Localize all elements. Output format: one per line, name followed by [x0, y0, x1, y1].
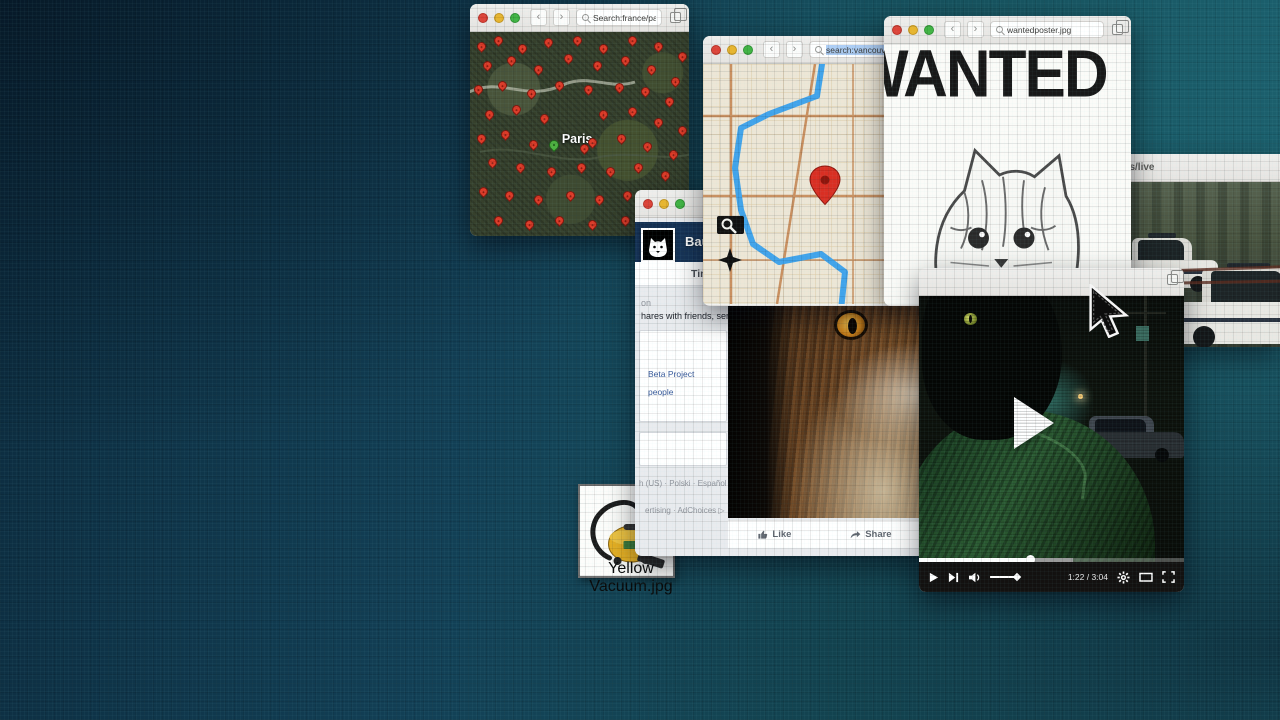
vancouver-map-window[interactable]: ‹ › search:vancouver [703, 36, 907, 306]
volume-button[interactable] [968, 572, 981, 583]
wanted-poster-window[interactable]: ‹ › wantedposter.jpg WANTED [884, 16, 1131, 306]
forward-button[interactable]: › [553, 9, 570, 26]
news-titlebar: news/live [1108, 154, 1280, 182]
cat-eye [834, 310, 868, 340]
close-button[interactable] [892, 25, 902, 35]
paris-search-input[interactable]: Search:france/paris [576, 9, 662, 26]
tabs-icon[interactable] [670, 12, 681, 23]
sidebar-card: Beta Project people [639, 330, 727, 422]
video-progress-handle[interactable] [1026, 555, 1035, 562]
volume-slider[interactable] [990, 576, 1016, 578]
zoom-button[interactable] [924, 25, 934, 35]
like-label: Like [772, 529, 791, 540]
back-button[interactable]: ‹ [530, 9, 547, 26]
forward-button[interactable]: › [786, 41, 803, 58]
next-button[interactable] [948, 572, 959, 583]
zoom-button[interactable] [510, 13, 520, 23]
link-people[interactable]: people [648, 387, 674, 397]
cat-photo-post[interactable] [728, 294, 921, 518]
wanted-poster-image: WANTED [884, 44, 1131, 304]
video-controls: 1:22 / 3:04 [919, 562, 1184, 592]
search-icon [996, 26, 1003, 33]
zoom-button[interactable] [743, 45, 753, 55]
window-controls [711, 45, 753, 55]
minimize-button[interactable] [727, 45, 737, 55]
wanted-titlebar: ‹ › wantedposter.jpg [884, 16, 1131, 44]
paris-titlebar: ‹ › Search:france/paris [470, 4, 689, 32]
fullscreen-button[interactable] [1162, 571, 1175, 583]
close-button[interactable] [643, 199, 653, 209]
cursor-icon [1086, 284, 1132, 338]
search-text: wantedposter.jpg [1007, 25, 1071, 35]
share-button[interactable]: Share [850, 529, 891, 540]
link-beta-project[interactable]: Beta Project [648, 369, 694, 379]
post-actions: Like Share [728, 520, 921, 548]
settings-button[interactable] [1117, 571, 1130, 584]
minimize-button[interactable] [908, 25, 918, 35]
tabs-icon[interactable] [1167, 274, 1178, 285]
window-controls [892, 25, 934, 35]
share-label: Share [865, 529, 891, 540]
footer-links[interactable]: ertising · AdChoices ▷ [645, 506, 725, 515]
wanted-headline: WANTED [884, 44, 1131, 113]
tabs-icon[interactable] [1112, 24, 1123, 35]
minimize-button[interactable] [494, 13, 504, 23]
video-player-window[interactable]: 1:22 / 3:04 [919, 268, 1184, 592]
vancouver-titlebar: ‹ › search:vancouver [703, 36, 907, 64]
text-fragment: on [641, 298, 651, 308]
desktop: ‹ › Search:france/paris Paris news/live [0, 0, 1280, 720]
sidebar-card [639, 432, 727, 466]
theater-mode-button[interactable] [1139, 571, 1153, 583]
profile-avatar[interactable] [641, 228, 675, 262]
cat-avatar-image [643, 230, 673, 260]
file-label: Yellow Vacuum.jpg [566, 560, 696, 597]
vancouver-map[interactable] [703, 64, 907, 304]
back-button[interactable]: ‹ [763, 41, 780, 58]
forward-button[interactable]: › [967, 21, 984, 38]
search-icon [582, 14, 589, 21]
search-icon [815, 46, 822, 53]
search-text: Search:france/paris [593, 13, 656, 23]
zoom-button[interactable] [675, 199, 685, 209]
search-text-selected: search:vancouver [826, 45, 893, 55]
share-icon [850, 529, 861, 540]
window-controls [643, 199, 685, 209]
play-overlay-button[interactable] [1014, 397, 1054, 449]
close-button[interactable] [711, 45, 721, 55]
wanted-search-input[interactable]: wantedposter.jpg [990, 21, 1104, 38]
play-button[interactable] [928, 572, 939, 583]
time-display: 1:22 / 3:04 [1068, 572, 1108, 582]
language-list: h (US) · Polski · Español [639, 479, 727, 488]
back-button[interactable]: ‹ [944, 21, 961, 38]
minimize-button[interactable] [659, 199, 669, 209]
close-button[interactable] [478, 13, 488, 23]
like-button[interactable]: Like [757, 529, 791, 540]
window-controls [478, 13, 520, 23]
video-frame[interactable] [919, 296, 1184, 562]
cat-eye [964, 313, 977, 325]
streetview-icon[interactable] [717, 216, 744, 234]
thumbs-up-icon [757, 529, 768, 540]
video-titlebar [919, 268, 1184, 296]
